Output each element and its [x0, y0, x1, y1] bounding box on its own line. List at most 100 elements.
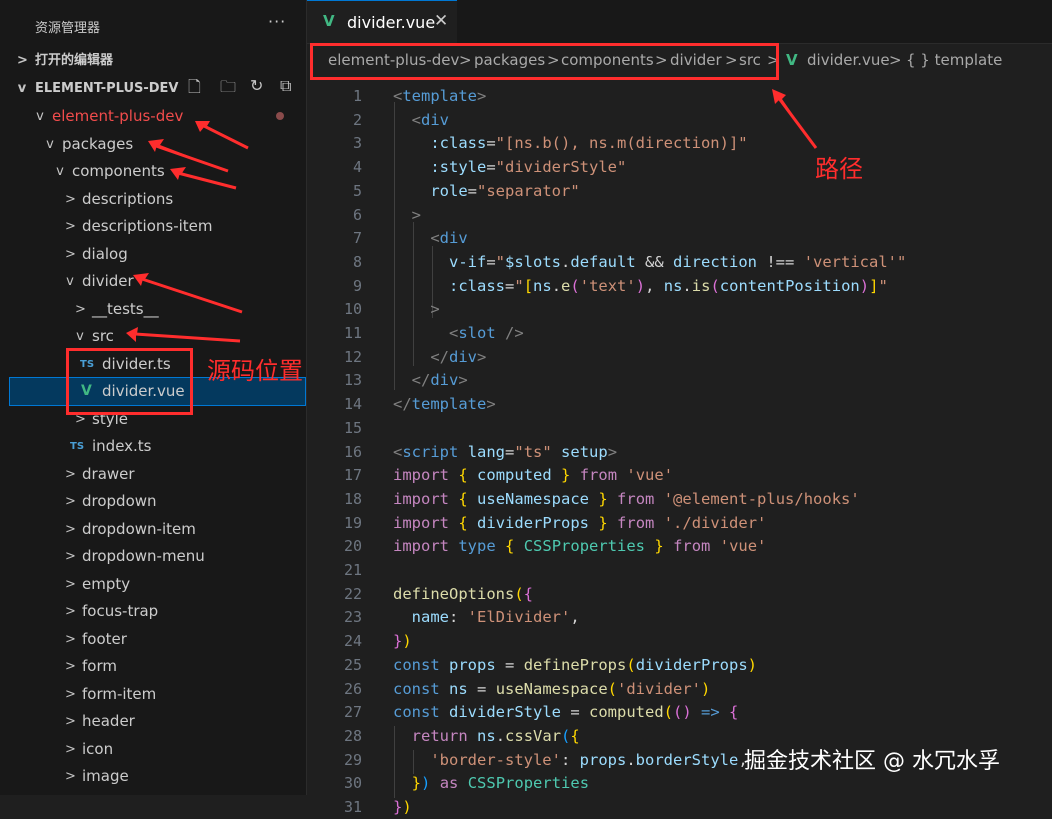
tree-item[interactable]: TS index.ts: [0, 433, 305, 460]
tree-item[interactable]: > __tests__: [0, 296, 305, 323]
chevron-right-icon: >: [65, 549, 76, 564]
tree-item[interactable]: > footer: [0, 626, 305, 653]
code-token: ): [635, 276, 646, 295]
chevron-right-icon: >: [65, 769, 76, 784]
chevron-right-icon: >: [65, 494, 76, 509]
code-line: const dividerStyle = computed(() => {: [393, 700, 738, 724]
code-token: =: [495, 655, 524, 674]
code-token: "separator": [477, 181, 580, 200]
collapse-all-icon[interactable]: ⧉: [280, 76, 291, 96]
code-token: =: [467, 181, 477, 200]
tab-divider-vue[interactable]: V divider.vue ✕: [307, 0, 457, 43]
code-token: =: [505, 442, 515, 461]
code-line: import { dividerProps } from './divider': [393, 511, 766, 535]
tree-item[interactable]: > descriptions: [0, 186, 305, 213]
tree-item[interactable]: > dialog: [0, 241, 305, 268]
refresh-icon[interactable]: ↻: [250, 76, 263, 95]
tab-bar: V divider.vue ✕: [307, 0, 1052, 44]
chevron-down-icon: v: [76, 329, 84, 344]
line-number: 16: [343, 442, 362, 461]
vue-file-icon: V: [323, 12, 335, 30]
code-line: <div: [393, 226, 468, 250]
new-file-icon[interactable]: 🗋: [188, 76, 201, 103]
tree-item[interactable]: > descriptions-item: [0, 213, 305, 240]
code-token: cssVar: [505, 726, 562, 745]
tree-item-label: descriptions: [82, 189, 174, 208]
code-token: './divider': [663, 513, 767, 532]
tree-item[interactable]: v components: [0, 158, 305, 185]
breadcrumb-item[interactable]: divider.vue: [807, 51, 890, 69]
tree-item[interactable]: > dropdown-item: [0, 516, 305, 543]
tree-item[interactable]: > image: [0, 763, 305, 790]
tree-item[interactable]: > focus-trap: [0, 598, 305, 625]
tree-item[interactable]: > header: [0, 708, 305, 735]
code-token: defineProps: [523, 655, 627, 674]
code-line: 'border-style': props.borderStyle,: [393, 748, 747, 772]
line-number: 29: [343, 750, 362, 769]
close-icon[interactable]: ✕: [434, 11, 448, 31]
tree-item[interactable]: v divider: [0, 268, 305, 295]
more-actions-icon[interactable]: ···: [268, 12, 286, 31]
code-token: =: [486, 252, 496, 271]
code-line: <slot />: [393, 321, 524, 345]
code-editor[interactable]: 1 <template> 2 <div 3 :class="[ns.b(), ns.m…: [307, 78, 1052, 816]
code-line: }): [393, 795, 412, 819]
code-token: <: [411, 110, 422, 129]
tree-item[interactable]: v element-plus-dev: [0, 103, 305, 130]
watermark: 掘金技术社区 @ 水冗水孚: [744, 749, 1000, 774]
code-line: </div>: [393, 368, 468, 392]
tree-item[interactable]: > dropdown-menu: [0, 543, 305, 570]
code-token: 'ElDivider': [467, 608, 571, 627]
tree-item[interactable]: > empty: [0, 571, 305, 598]
code-token: {: [458, 489, 468, 508]
chevron-down-icon: v: [46, 136, 54, 152]
code-token: 'vertical': [803, 252, 898, 271]
tree-item-label: icon: [82, 739, 114, 758]
code-token: import: [393, 466, 449, 485]
tree-item[interactable]: > form-item: [0, 681, 305, 708]
line-number: 21: [343, 561, 362, 579]
code-token: default: [570, 252, 636, 271]
code-token: &&: [635, 252, 674, 271]
new-folder-icon[interactable]: 🗀: [220, 76, 236, 103]
code-token: 'border-style': [430, 750, 561, 769]
code-token: (: [570, 276, 580, 295]
code-token: {: [505, 537, 515, 556]
chevron-right-icon: >: [65, 521, 76, 537]
code-token: =: [505, 276, 515, 295]
chevron-down-icon: v: [17, 81, 27, 96]
code-token: setup: [561, 442, 608, 461]
tree-item[interactable]: v src: [0, 323, 305, 350]
chevron-right-icon: >: [65, 466, 76, 482]
code-token: role: [430, 181, 468, 200]
chevron-right-icon: >: [65, 714, 76, 729]
tree-item[interactable]: > form: [0, 653, 305, 680]
tree-item[interactable]: > drawer: [0, 461, 305, 488]
code-token: script: [402, 442, 459, 461]
code-token: <: [430, 229, 440, 248]
code-token: :: [449, 608, 468, 627]
code-token: .: [682, 276, 692, 295]
path-annotation: 路径: [815, 155, 863, 183]
breadcrumb-item[interactable]: { } template: [906, 51, 1002, 69]
code-token: }: [393, 632, 403, 651]
chevron-right-icon: >: [65, 246, 76, 262]
code-token: >: [411, 205, 422, 224]
tree-item[interactable]: v packages: [0, 131, 305, 158]
tree-item[interactable]: > icon: [0, 736, 305, 763]
code-token: div: [439, 229, 468, 248]
code-token: div: [421, 110, 450, 129]
code-line: role="separator": [393, 179, 580, 203]
open-editors-section[interactable]: > 打开的编辑器: [0, 47, 305, 74]
tree-item[interactable]: > dropdown: [0, 488, 305, 515]
